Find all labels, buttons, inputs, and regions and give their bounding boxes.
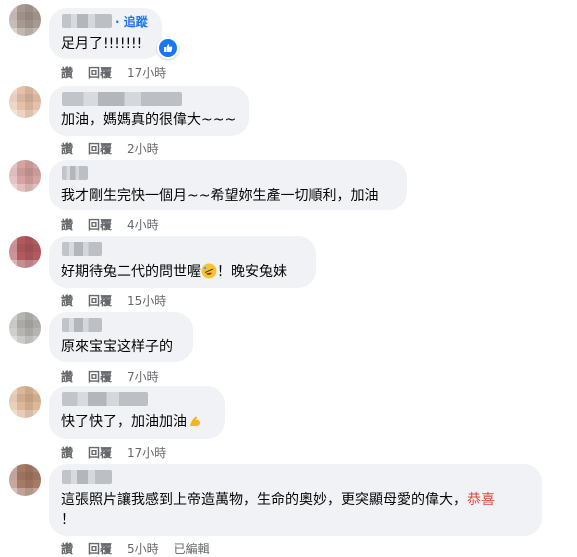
- commenter-name-redacted[interactable]: [62, 318, 102, 332]
- comment-text-part: 快了快了，加油加油: [61, 414, 187, 430]
- commenter-name-redacted[interactable]: [62, 14, 112, 28]
- avatar[interactable]: [9, 160, 41, 192]
- timestamp[interactable]: 7小時: [127, 368, 159, 385]
- reply-button[interactable]: 回覆: [88, 444, 112, 461]
- comment-text: 我才剛生完快一個月~~希望妳生產一切順利，加油: [61, 188, 379, 204]
- comment-actions: 讚 回覆 4小時: [61, 216, 174, 233]
- reply-button[interactable]: 回覆: [88, 368, 112, 385]
- comment-actions: 讚 回覆 15小時: [61, 292, 181, 309]
- avatar[interactable]: [9, 464, 41, 496]
- commenter-name-redacted[interactable]: [62, 392, 148, 406]
- like-button[interactable]: 讚: [61, 292, 73, 309]
- comment-bubble: 原來宝宝这样子的: [49, 312, 193, 362]
- comment-actions: 讚 回覆 7小時: [61, 368, 174, 385]
- comment-bubble: 好期待兔二代的問世喔 ！晚安兔妹: [49, 236, 316, 288]
- comment-text: 加油，媽媽真的很偉大~~~: [61, 112, 237, 128]
- comment-text-line2: ！: [61, 512, 75, 528]
- comment-bubble: 我才剛生完快一個月~~希望妳生產一切順利，加油: [49, 160, 407, 210]
- reply-button[interactable]: 回覆: [88, 540, 112, 557]
- rolling-laughing-emoji-icon: [201, 263, 217, 279]
- comment-actions: 讚 回覆 17小時: [61, 444, 181, 461]
- commenter-name-redacted[interactable]: [62, 92, 182, 106]
- commenter-name-redacted[interactable]: [62, 166, 88, 180]
- avatar[interactable]: [9, 236, 41, 268]
- reply-button[interactable]: 回覆: [88, 292, 112, 309]
- comment-bubble: 加油，媽媽真的很偉大~~~: [49, 86, 249, 136]
- timestamp[interactable]: 15小時: [127, 292, 166, 309]
- timestamp[interactable]: 4小時: [127, 216, 159, 233]
- reply-button[interactable]: 回覆: [88, 64, 112, 81]
- like-button[interactable]: 讚: [61, 540, 73, 557]
- comment-actions: 讚 回覆 5小時 已編輯: [61, 540, 225, 557]
- like-reaction-badge[interactable]: [157, 37, 179, 59]
- timestamp[interactable]: 5小時: [127, 540, 159, 557]
- comment-bubble: · 追蹤 足月了!!!!!!!: [49, 8, 162, 59]
- comment-actions: 讚 回覆 17小時: [61, 64, 181, 81]
- thumbs-up-icon: [164, 44, 173, 52]
- follow-link[interactable]: · 追蹤: [115, 13, 148, 30]
- reply-button[interactable]: 回覆: [88, 140, 112, 157]
- timestamp[interactable]: 17小時: [127, 444, 166, 461]
- commenter-name-redacted[interactable]: [62, 242, 102, 256]
- avatar[interactable]: [9, 86, 41, 118]
- commenter-name-redacted[interactable]: [62, 470, 112, 484]
- comment-actions: 讚 回覆 2小時: [61, 140, 174, 157]
- like-button[interactable]: 讚: [61, 368, 73, 385]
- reply-button[interactable]: 回覆: [88, 216, 112, 233]
- avatar[interactable]: [9, 312, 41, 344]
- comment-text: 足月了!!!!!!!: [61, 36, 143, 52]
- comment-text: 這張照片讓我感到上帝造萬物，生命的奧妙，更突顯母愛的偉大，恭喜: [61, 490, 495, 510]
- like-button[interactable]: 讚: [61, 444, 73, 461]
- like-button[interactable]: 讚: [61, 216, 73, 233]
- comment-text-part: 好期待兔二代的問世喔: [61, 264, 201, 280]
- comment-text: 原來宝宝这样子的: [61, 339, 173, 355]
- timestamp[interactable]: 2小時: [127, 140, 159, 157]
- comment-text: 快了快了，加油加油: [61, 412, 203, 432]
- avatar[interactable]: [9, 386, 41, 418]
- comment-bubble: 快了快了，加油加油: [49, 386, 225, 439]
- like-button[interactable]: 讚: [61, 140, 73, 157]
- timestamp[interactable]: 17小時: [127, 64, 166, 81]
- avatar[interactable]: [9, 4, 41, 36]
- comment-text-part: 這張照片讓我感到上帝造萬物，生命的奧妙，更突顯母愛的偉大，: [61, 492, 467, 508]
- highlighted-text: 恭喜: [467, 492, 495, 508]
- comment-text-part: ！晚安兔妹: [217, 264, 287, 280]
- flexed-biceps-emoji-icon: [190, 416, 200, 426]
- edited-label[interactable]: 已編輯: [174, 540, 210, 557]
- comment-text: 好期待兔二代的問世喔 ！晚安兔妹: [61, 262, 287, 282]
- comment-bubble: 這張照片讓我感到上帝造萬物，生命的奧妙，更突顯母愛的偉大，恭喜 ！: [49, 464, 542, 536]
- like-button[interactable]: 讚: [61, 64, 73, 81]
